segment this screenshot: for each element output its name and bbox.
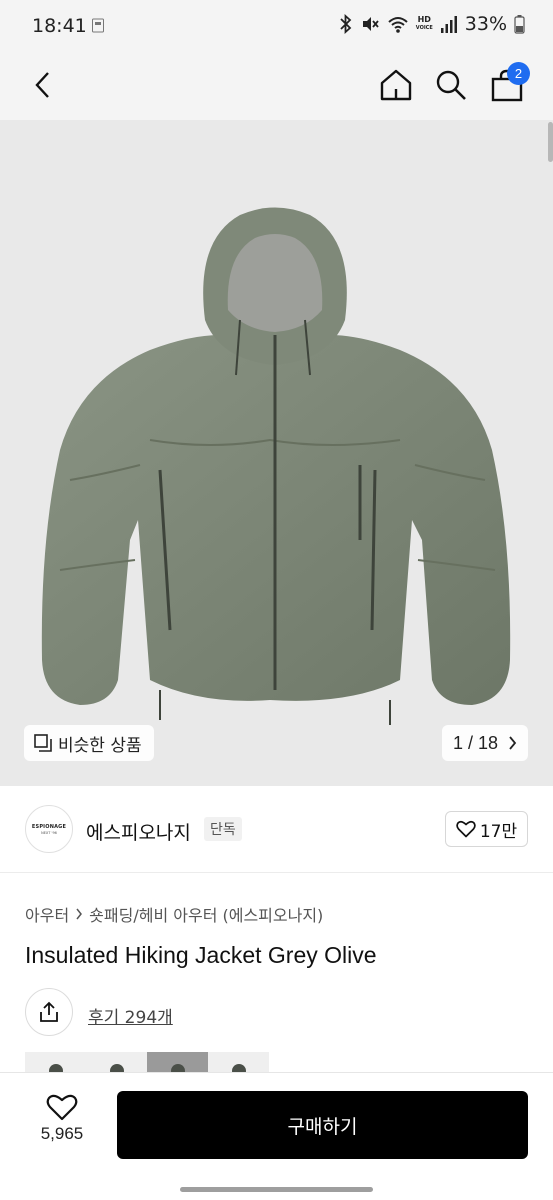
back-button[interactable] bbox=[20, 62, 66, 108]
brand-logo-text: ESPIONAGE bbox=[31, 823, 67, 830]
thumbnail-selected[interactable] bbox=[147, 1052, 208, 1072]
battery-percent: 33% bbox=[464, 13, 507, 35]
home-icon bbox=[380, 69, 412, 101]
similar-products-label: 비슷한 상품 bbox=[58, 735, 142, 756]
home-button[interactable] bbox=[373, 62, 419, 108]
breadcrumb-subcategory[interactable]: 숏패딩/헤비 아우터 (에스피오나지) bbox=[89, 902, 323, 926]
product-image[interactable] bbox=[0, 120, 553, 786]
search-button[interactable] bbox=[428, 62, 474, 108]
cart-button[interactable]: 2 bbox=[484, 62, 530, 108]
thumbnail[interactable] bbox=[208, 1052, 269, 1072]
search-icon bbox=[436, 70, 466, 100]
share-icon bbox=[40, 1001, 58, 1022]
cart-count-badge: 2 bbox=[507, 62, 530, 85]
heart-icon bbox=[46, 1094, 78, 1121]
buy-button[interactable]: 구매하기 bbox=[117, 1091, 528, 1159]
hd-voice-badge: HD VOICE bbox=[416, 16, 433, 32]
mute-icon bbox=[362, 17, 379, 31]
status-bar: 18:41 HD VOICE 33% bbox=[0, 0, 553, 52]
brand-logo-sub: NEXT '96 bbox=[41, 830, 57, 835]
thumbnail-strip bbox=[25, 1052, 270, 1072]
top-nav: 2 bbox=[0, 52, 553, 120]
thumbnail[interactable] bbox=[86, 1052, 147, 1072]
page-indicator: 1 / 18 bbox=[452, 732, 499, 753]
notification-icon bbox=[92, 18, 104, 33]
image-pager-button[interactable]: 1 / 18 bbox=[442, 725, 528, 761]
home-indicator[interactable] bbox=[180, 1187, 373, 1192]
scroll-indicator[interactable] bbox=[548, 122, 553, 162]
reviews-link[interactable]: 후기 294개 bbox=[88, 1003, 173, 1028]
jacket-image bbox=[41, 207, 511, 725]
wifi-icon bbox=[388, 17, 408, 33]
thumbnail-image bbox=[49, 1064, 63, 1072]
voice-label: VOICE bbox=[415, 25, 433, 31]
chevron-left-icon bbox=[35, 72, 49, 98]
battery-icon bbox=[514, 15, 525, 34]
thumbnail-image bbox=[232, 1064, 246, 1072]
copy-icon bbox=[34, 734, 52, 752]
hd-label: HD bbox=[417, 15, 431, 24]
bluetooth-icon bbox=[340, 14, 352, 34]
share-button[interactable] bbox=[25, 988, 73, 1036]
status-time: 18:41 bbox=[32, 15, 87, 37]
chevron-right-icon bbox=[509, 736, 517, 750]
product-like-count: 5,965 bbox=[40, 1124, 84, 1143]
brand-name[interactable]: 에스피오나지 bbox=[86, 818, 191, 845]
similar-products-button[interactable]: 비슷한 상품 bbox=[24, 725, 154, 761]
brand-like-button[interactable]: 17만 bbox=[445, 811, 528, 847]
section-divider bbox=[0, 872, 553, 873]
exclusive-tag: 단독 bbox=[204, 817, 242, 841]
chevron-right-icon bbox=[76, 908, 83, 920]
thumbnail-image bbox=[110, 1064, 124, 1072]
thumbnail-image bbox=[171, 1064, 185, 1072]
brand-logo[interactable]: ESPIONAGE NEXT '96 bbox=[25, 805, 73, 853]
breadcrumb: 아우터 숏패딩/헤비 아우터 (에스피오나지) bbox=[25, 902, 323, 926]
signal-icon bbox=[440, 16, 457, 33]
product-like-button[interactable]: 5,965 bbox=[24, 1093, 100, 1153]
product-title: Insulated Hiking Jacket Grey Olive bbox=[25, 942, 377, 968]
heart-icon bbox=[456, 820, 476, 838]
breadcrumb-category[interactable]: 아우터 bbox=[25, 902, 69, 926]
brand-row: ESPIONAGE NEXT '96 에스피오나지 단독 17만 bbox=[0, 786, 553, 872]
thumbnail[interactable] bbox=[25, 1052, 86, 1072]
bottom-action-bar: 5,965 구매하기 bbox=[0, 1072, 553, 1200]
brand-like-count: 17만 bbox=[479, 821, 518, 842]
status-icons: HD VOICE 33% bbox=[339, 13, 525, 35]
